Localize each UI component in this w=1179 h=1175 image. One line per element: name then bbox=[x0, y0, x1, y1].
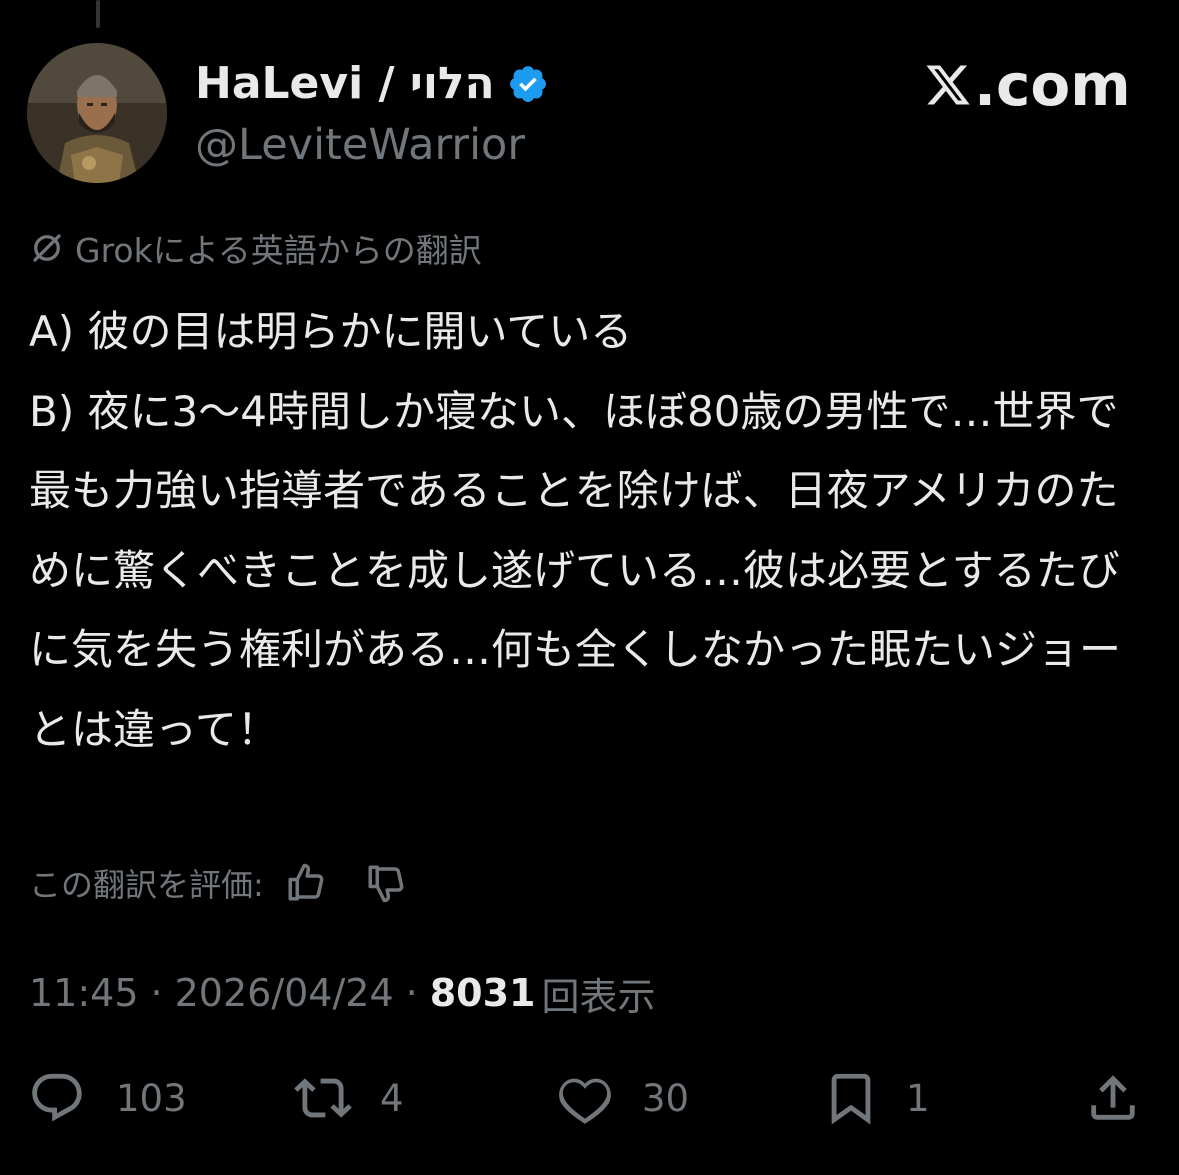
repost-button[interactable]: 4 bbox=[294, 1066, 404, 1130]
x-com-watermark: .com bbox=[924, 52, 1131, 118]
author-display-name[interactable]: HaLevi / הלוי bbox=[195, 54, 495, 114]
bookmark-icon bbox=[831, 1073, 871, 1125]
views-count[interactable]: 8031 bbox=[430, 971, 536, 1015]
reply-count: 103 bbox=[116, 1076, 187, 1120]
reply-icon bbox=[32, 1073, 82, 1122]
views-label: 回表示 bbox=[541, 974, 656, 1019]
avatar[interactable] bbox=[27, 43, 167, 183]
grok-icon bbox=[33, 234, 61, 262]
like-button[interactable]: 30 bbox=[556, 1066, 689, 1130]
meta-separator: · bbox=[150, 971, 163, 1015]
action-bar: 103 4 30 1 bbox=[0, 1066, 1179, 1130]
tweet-time[interactable]: 11:45 bbox=[29, 971, 139, 1015]
thumbs-down-icon bbox=[368, 865, 404, 903]
bookmark-button[interactable]: 1 bbox=[822, 1066, 930, 1130]
rate-down-button[interactable] bbox=[364, 861, 408, 905]
x-logo-icon bbox=[926, 65, 970, 105]
watermark-text: .com bbox=[974, 51, 1131, 119]
translation-notice-text: Grokによる英語からの翻訳 bbox=[75, 231, 482, 270]
translation-notice: Grokによる英語からの翻訳 bbox=[29, 226, 482, 270]
share-icon bbox=[1091, 1075, 1135, 1120]
warrior-portrait-image bbox=[27, 43, 167, 183]
author-display-name-row[interactable]: HaLevi / הלוי bbox=[195, 54, 549, 114]
author-handle[interactable]: @LeviteWarrior bbox=[195, 117, 525, 173]
tweet-text: A) 彼の目は明らかに開いている B) 夜に3〜4時間しか寝ない、ほぼ80歳の男… bbox=[29, 307, 1122, 754]
thumbs-up-icon bbox=[288, 863, 324, 901]
thread-connector-line bbox=[96, 0, 100, 28]
repost-icon bbox=[294, 1078, 352, 1118]
tweet-meta: 11:45 · 2026/04/24 · 8031 回表示 bbox=[29, 966, 656, 1020]
rate-translation-row: この翻訳を評価: bbox=[29, 860, 408, 906]
share-button[interactable] bbox=[1084, 1066, 1142, 1130]
rate-translation-label: この翻訳を評価: bbox=[29, 866, 264, 904]
reply-button[interactable]: 103 bbox=[28, 1066, 187, 1130]
tweet-date[interactable]: 2026/04/24 bbox=[175, 971, 394, 1015]
like-count: 30 bbox=[642, 1076, 690, 1120]
rate-up-button[interactable] bbox=[284, 861, 328, 905]
bookmark-count: 1 bbox=[906, 1076, 930, 1120]
repost-count: 4 bbox=[380, 1076, 404, 1120]
heart-icon bbox=[559, 1078, 611, 1124]
meta-separator: · bbox=[405, 971, 418, 1015]
verified-badge-icon bbox=[509, 66, 546, 102]
